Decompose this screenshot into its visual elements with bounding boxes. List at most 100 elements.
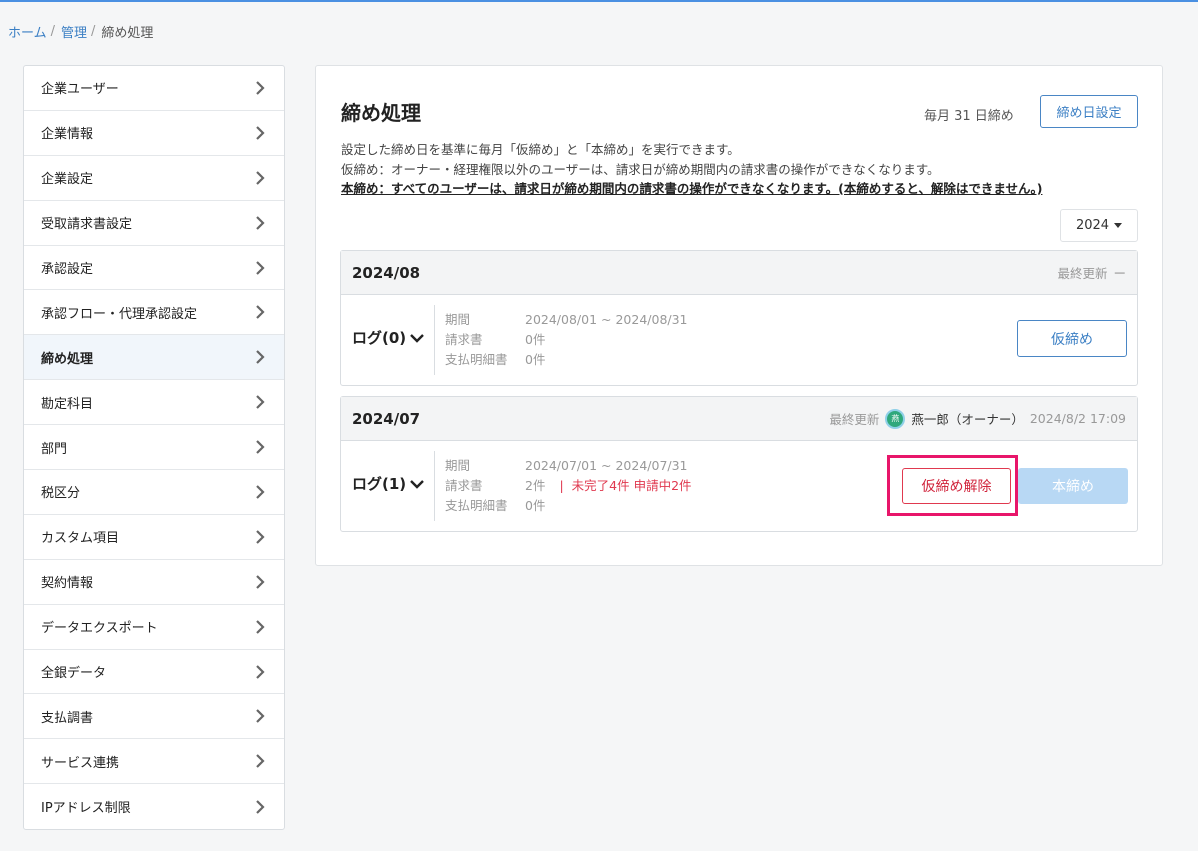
- last-updated-label: 最終更新: [829, 412, 880, 427]
- sidebar-item[interactable]: 部門: [24, 425, 284, 471]
- sidebar-item[interactable]: 承認フロー・代理承認設定: [24, 290, 284, 336]
- period-key: 期間: [445, 312, 471, 327]
- period-key: 期間: [445, 458, 471, 473]
- chevron-right-icon: [256, 350, 265, 365]
- sidebar-item[interactable]: 契約情報: [24, 560, 284, 605]
- period-info: 期間 2024/08/01 ~ 2024/08/31 請求書 0件 支払明細書 0件: [445, 310, 688, 370]
- sidebar-item[interactable]: 承認設定: [24, 246, 284, 291]
- sidebar-item-label: 締め処理: [41, 351, 94, 367]
- breadcrumb-separator: /: [91, 24, 96, 39]
- sidebar-item[interactable]: 勘定科目: [24, 380, 284, 426]
- sidebar-item[interactable]: 全銀データ: [24, 650, 284, 695]
- invoice-value: 2件: [525, 478, 546, 493]
- sidebar-item-label: 承認設定: [41, 262, 94, 277]
- description: 設定した締め日を基準に毎月「仮締め」と「本締め」を実行できます。 仮締め：オーナ…: [341, 140, 1131, 199]
- last-updated: 最終更新 ー: [1057, 263, 1126, 282]
- payment-key: 支払明細書: [445, 352, 508, 367]
- sidebar-item[interactable]: 企業設定: [24, 156, 284, 201]
- chevron-down-icon: [410, 479, 425, 489]
- year-value: 2024: [1075, 218, 1110, 233]
- sidebar-item[interactable]: 企業情報: [24, 111, 284, 156]
- sidebar-item-label: 税区分: [41, 486, 81, 502]
- invoice-key: 請求書: [445, 478, 483, 493]
- chevron-right-icon: [256, 799, 265, 814]
- page-title: 締め処理: [341, 101, 421, 125]
- breadcrumb-home[interactable]: ホーム: [8, 22, 47, 41]
- chevron-right-icon: [256, 305, 265, 320]
- sidebar-item[interactable]: IPアドレス制限: [24, 784, 284, 829]
- closing-card: 締め処理 毎月 31 日締め 締め日設定 設定した締め日を基準に毎月「仮締め」と…: [315, 65, 1163, 566]
- caret-down-icon: [1114, 223, 1123, 228]
- sidebar-item[interactable]: カスタム項目: [24, 515, 284, 560]
- chevron-right-icon: [256, 440, 265, 454]
- final-close-button: 本締め: [1018, 468, 1128, 504]
- release-provisional-button[interactable]: 仮締め解除: [902, 468, 1011, 504]
- chevron-right-icon: [256, 126, 265, 140]
- invoice-separator: |: [559, 478, 564, 493]
- cutoff-setting-button[interactable]: 締め日設定: [1040, 95, 1138, 128]
- sidebar-item-label: 企業設定: [41, 172, 94, 188]
- updated-time: 2024/8/2 17:09: [1029, 411, 1126, 426]
- period-body: ログ(1) 期間 2024/07/01 ~ 2024/07/31 請求書 2件 |…: [341, 441, 1137, 531]
- chevron-right-icon: [256, 574, 265, 589]
- last-updated-value: ー: [1113, 266, 1126, 281]
- sidebar-item-label: 部門: [41, 441, 68, 457]
- provisional-close-button[interactable]: 仮締め: [1017, 320, 1127, 357]
- divider: [434, 305, 435, 375]
- sidebar-item-label: カスタム項目: [41, 531, 120, 547]
- period-header: 2024/07 最終更新 燕 燕一郎（オーナー） 2024/8/2 17:09: [341, 397, 1137, 441]
- sidebar-item-label: IPアドレス制限: [41, 801, 131, 817]
- breadcrumb: ホーム / 管理 / 締め処理: [8, 22, 153, 41]
- period-label: 2024/08: [352, 263, 421, 282]
- sidebar-item-label: 勘定科目: [41, 396, 94, 412]
- breadcrumb-admin[interactable]: 管理: [61, 22, 87, 41]
- chevron-right-icon: [256, 170, 265, 185]
- chevron-right-icon: [256, 81, 265, 95]
- chevron-right-icon: [256, 619, 265, 634]
- sidebar-item-label: 承認フロー・代理承認設定: [41, 306, 198, 322]
- period-value: 2024/08/01 ~ 2024/08/31: [525, 312, 688, 327]
- invoice-key: 請求書: [445, 332, 483, 347]
- description-warning: 本締め：すべてのユーザーは、請求日が締め期間内の請求書の操作ができなくなります。…: [341, 181, 1043, 196]
- sidebar-item-label: サービス連携: [41, 755, 120, 771]
- payment-key: 支払明細書: [445, 498, 508, 513]
- sidebar-item[interactable]: 締め処理: [24, 335, 284, 381]
- chevron-right-icon: [256, 485, 265, 499]
- log-toggle[interactable]: ログ(1): [352, 473, 425, 494]
- sidebar-item-label: 全銀データ: [41, 666, 107, 682]
- period-header: 2024/08 最終更新 ー: [341, 251, 1137, 295]
- invoice-value: 0件: [525, 332, 546, 347]
- chevron-right-icon: [256, 260, 265, 275]
- last-updated: 最終更新 燕 燕一郎（オーナー） 2024/8/2 17:09: [829, 408, 1126, 429]
- description-line: 設定した締め日を基準に毎月「仮締め」と「本締め」を実行できます。: [341, 142, 740, 157]
- updated-user: 燕一郎（オーナー）: [911, 412, 1024, 427]
- breadcrumb-separator: /: [50, 24, 56, 39]
- sidebar-item[interactable]: サービス連携: [24, 739, 284, 785]
- period-2024-07: 2024/07 最終更新 燕 燕一郎（オーナー） 2024/8/2 17:09 …: [340, 396, 1138, 532]
- period-label: 2024/07: [352, 409, 421, 428]
- sidebar-item[interactable]: データエクスポート: [24, 605, 284, 650]
- period-body: ログ(0) 期間 2024/08/01 ~ 2024/08/31 請求書 0件 支払…: [341, 295, 1137, 385]
- sidebar-item[interactable]: 税区分: [24, 470, 284, 515]
- period-info: 期間 2024/07/01 ~ 2024/07/31 請求書 2件 | 未完了4件…: [445, 456, 692, 516]
- chevron-right-icon: [256, 664, 265, 679]
- sidebar-item[interactable]: 受取請求書設定: [24, 201, 284, 246]
- description-line: 仮締め：オーナー・経理権限以外のユーザーは、請求日が締め期間内の請求書の操作がで…: [341, 161, 940, 177]
- invoice-alert: 未完了4件 申請中2件: [571, 478, 692, 493]
- avatar: 燕: [885, 408, 906, 429]
- chevron-right-icon: [256, 530, 265, 544]
- log-toggle[interactable]: ログ(0): [352, 327, 425, 348]
- sidebar-item-label: データエクスポート: [41, 621, 158, 637]
- sidebar-item-label: 支払調書: [41, 710, 94, 726]
- chevron-right-icon: [256, 754, 265, 769]
- chevron-right-icon: [256, 395, 265, 409]
- sidebar-item-label: 契約情報: [41, 576, 94, 592]
- chevron-right-icon: [256, 215, 265, 230]
- period-2024-08: 2024/08 最終更新 ー ログ(0) 期間 2024/08/01 ~ 2024…: [340, 250, 1138, 386]
- sidebar-item-label: 受取請求書設定: [41, 217, 133, 233]
- last-updated-label: 最終更新: [1057, 266, 1108, 281]
- year-select[interactable]: 2024: [1060, 209, 1138, 242]
- sidebar: 企業ユーザー 企業情報企業設定受取請求書設定 承認設定承認フロー・代理承認設定 締め処…: [23, 65, 285, 831]
- sidebar-item[interactable]: 企業ユーザー: [24, 66, 284, 111]
- sidebar-item[interactable]: 支払調書: [24, 694, 284, 740]
